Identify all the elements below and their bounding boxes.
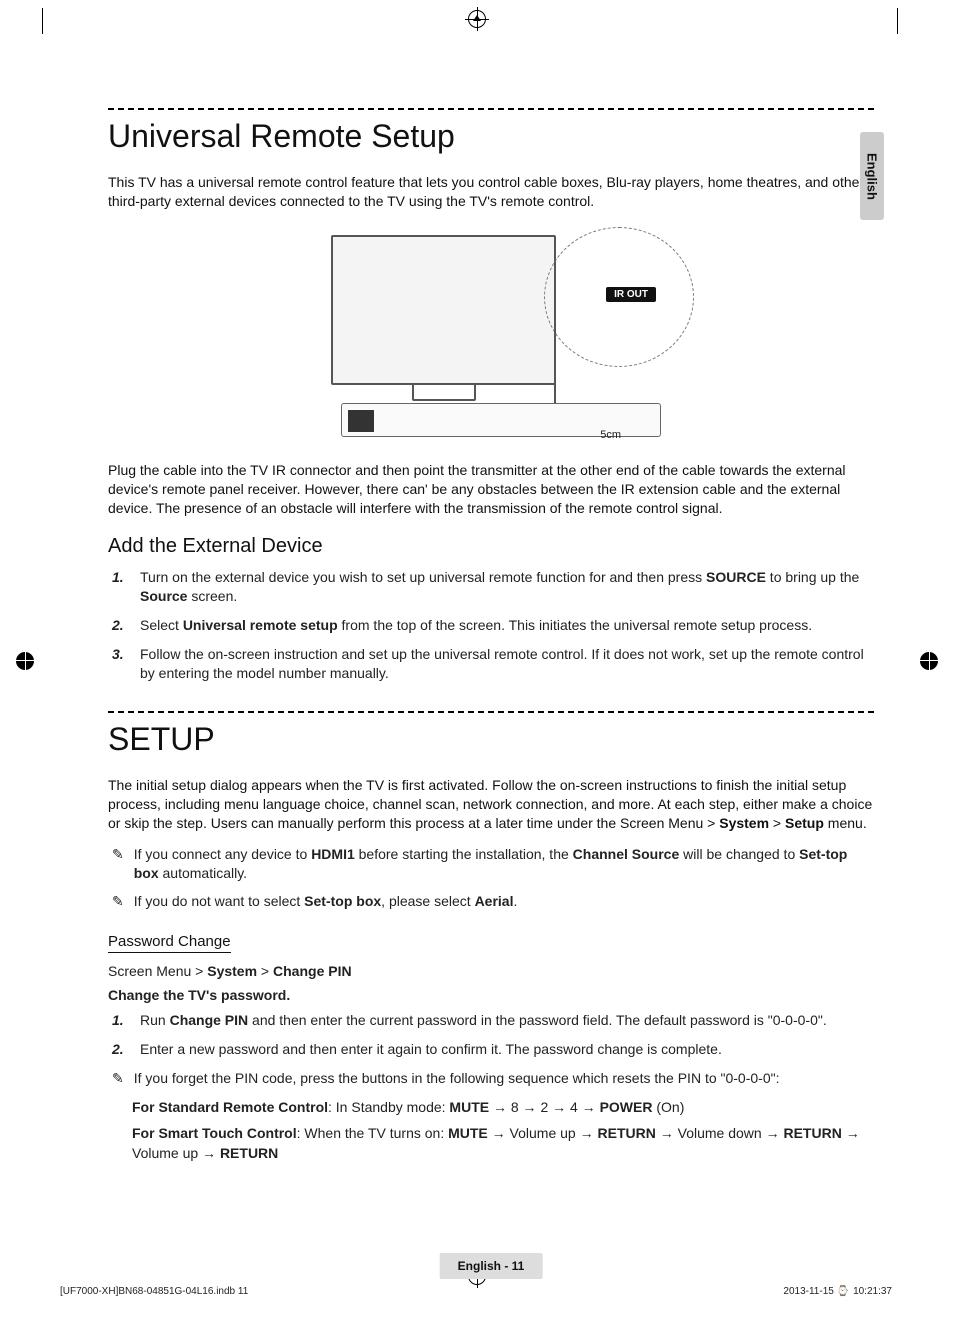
list-item: 3. Follow the on-screen instruction and … <box>112 645 874 683</box>
note-icon: ✎ <box>112 892 124 912</box>
footer-timestamp: 2013-11-15 ⌚10:21:37 <box>783 1286 892 1297</box>
crop-mark <box>42 8 43 34</box>
note-icon: ✎ <box>112 845 124 884</box>
list-item: 1. Turn on the external device you wish … <box>112 568 874 606</box>
subheading-password-change: Password Change <box>108 933 231 953</box>
note-item: ✎ If you connect any device to HDMI1 bef… <box>112 845 874 884</box>
ir-paragraph: Plug the cable into the TV IR connector … <box>108 461 874 518</box>
note-icon: ✎ <box>112 1069 124 1089</box>
step-number: 1. <box>112 1011 130 1030</box>
menu-path: Screen Menu > System > Change PIN <box>108 963 874 979</box>
password-lead: Change the TV's password. <box>108 987 874 1003</box>
page-number: English - 11 <box>440 1253 543 1279</box>
registration-mark-icon <box>468 10 486 28</box>
note-item: ✎ If you forget the PIN code, press the … <box>112 1069 874 1089</box>
list-item: 2. Select Universal remote setup from th… <box>112 616 874 635</box>
section-divider <box>108 108 874 110</box>
step-number: 2. <box>112 616 130 635</box>
tv-icon <box>331 235 556 385</box>
password-steps: 1. Run Change PIN and then enter the cur… <box>112 1011 874 1059</box>
intro-paragraph: This TV has a universal remote control f… <box>108 173 874 211</box>
language-tab: English <box>860 132 884 220</box>
distance-label: 5cm <box>600 429 621 441</box>
pin-reset-block: For Standard Remote Control: In Standby … <box>112 1097 874 1164</box>
clock-icon: ⌚ <box>837 1286 849 1297</box>
step-number: 3. <box>112 645 130 683</box>
step-number: 1. <box>112 568 130 606</box>
setup-intro: The initial setup dialog appears when th… <box>108 776 874 833</box>
ir-cable <box>554 265 556 415</box>
registration-mark-icon <box>16 652 34 670</box>
crop-mark <box>897 8 898 34</box>
list-item: 2. Enter a new password and then enter i… <box>112 1040 874 1059</box>
subheading-add-device: Add the External Device <box>108 535 874 558</box>
footer-filename: [UF7000-XH]BN68-04851G-04L16.indb 11 <box>60 1286 248 1297</box>
step-number: 2. <box>112 1040 130 1059</box>
connection-diagram: IR OUT 5cm <box>276 225 706 445</box>
ir-out-label: IR OUT <box>606 287 656 302</box>
list-item: 1. Run Change PIN and then enter the cur… <box>112 1011 874 1030</box>
note-item: ✎ If you do not want to select Set-top b… <box>112 892 874 912</box>
add-device-steps: 1. Turn on the external device you wish … <box>112 568 874 682</box>
section-title-setup: SETUP <box>108 721 874 758</box>
registration-mark-icon <box>920 652 938 670</box>
section-divider <box>108 711 874 713</box>
section-title-universal-remote: Universal Remote Setup <box>108 118 874 155</box>
